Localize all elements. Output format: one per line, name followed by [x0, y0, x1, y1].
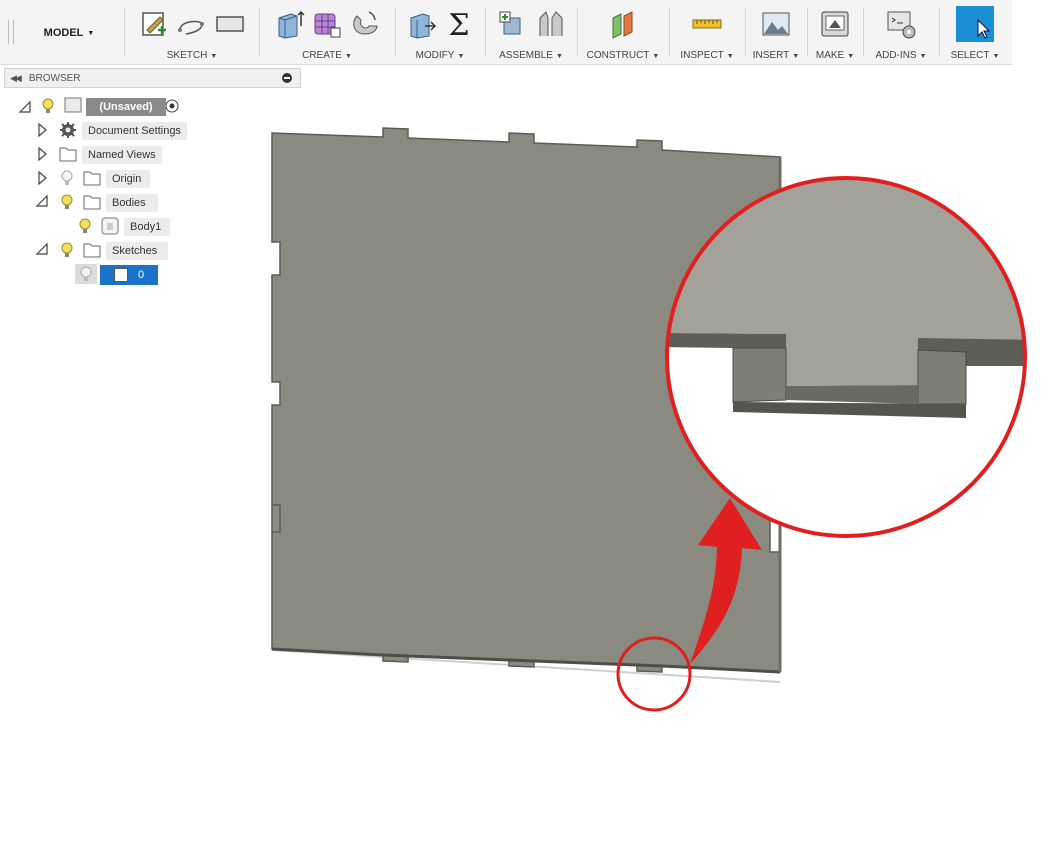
press-pull-icon[interactable] [405, 8, 437, 40]
insert-group[interactable]: INSERT ▼ [746, 4, 806, 62]
main-toolbar: MODEL ▼ SKETCH ▼ CREATE ▼ Σ MODIFY ▼ ASS… [0, 0, 1012, 65]
create-sketch-icon[interactable] [138, 8, 170, 40]
modify-group[interactable]: Σ MODIFY ▼ [396, 4, 484, 62]
assemble-group-label[interactable]: ASSEMBLE ▼ [486, 50, 576, 61]
panel-toggle-icon[interactable] [282, 73, 292, 83]
spline-icon[interactable] [176, 8, 208, 40]
svg-text:Σ: Σ [448, 8, 469, 40]
revolve-icon[interactable] [349, 8, 381, 40]
3d-print-icon[interactable] [819, 8, 851, 40]
insert-group-label[interactable]: INSERT ▼ [746, 50, 806, 61]
inspect-group-label[interactable]: INSPECT ▼ [670, 50, 744, 61]
add-ins-group-label[interactable]: ADD-INS ▼ [864, 50, 938, 61]
scripts-icon[interactable] [885, 8, 917, 40]
chevron-down-icon: ▼ [87, 29, 95, 37]
measure-icon[interactable] [691, 8, 723, 40]
select-group-label[interactable]: SELECT ▼ [940, 50, 1010, 61]
parameters-sigma-icon[interactable]: Σ [443, 8, 475, 40]
toolbar-grip[interactable] [8, 20, 14, 44]
toolbar-divider [124, 8, 125, 56]
sketch-group-label[interactable]: SKETCH ▼ [126, 50, 258, 61]
joint-icon[interactable] [534, 8, 566, 40]
create-group-label[interactable]: CREATE ▼ [260, 50, 394, 61]
rectangle-icon[interactable] [214, 8, 246, 40]
add-ins-group[interactable]: ADD-INS ▼ [864, 4, 938, 62]
insert-image-icon[interactable] [760, 8, 792, 40]
construct-group-label[interactable]: CONSTRUCT ▼ [578, 50, 668, 61]
construct-group[interactable]: CONSTRUCT ▼ [578, 4, 668, 62]
workspace-label: MODEL [43, 27, 84, 39]
sketch-group[interactable]: SKETCH ▼ [126, 4, 258, 62]
canvas-viewport[interactable] [0, 90, 1055, 843]
workspace-switcher-button[interactable]: MODEL ▼ [20, 8, 118, 58]
offset-plane-icon[interactable] [607, 8, 639, 40]
new-component-icon[interactable] [496, 8, 528, 40]
inspect-group[interactable]: INSPECT ▼ [670, 4, 744, 62]
browser-title: BROWSER [28, 72, 81, 84]
make-group-label[interactable]: MAKE ▼ [808, 50, 862, 61]
browser-panel-header: ◀◀ BROWSER [4, 68, 301, 88]
modify-group-label[interactable]: MODIFY ▼ [396, 50, 484, 61]
extrude-icon[interactable] [273, 8, 305, 40]
select-cursor-icon[interactable] [956, 6, 994, 42]
form-icon[interactable] [311, 8, 343, 40]
create-group[interactable]: CREATE ▼ [260, 4, 394, 62]
assemble-group[interactable]: ASSEMBLE ▼ [486, 4, 576, 62]
make-group[interactable]: MAKE ▼ [808, 4, 862, 62]
select-group[interactable]: SELECT ▼ [940, 4, 1010, 62]
collapse-panel-icon[interactable]: ◀◀ [10, 73, 22, 84]
